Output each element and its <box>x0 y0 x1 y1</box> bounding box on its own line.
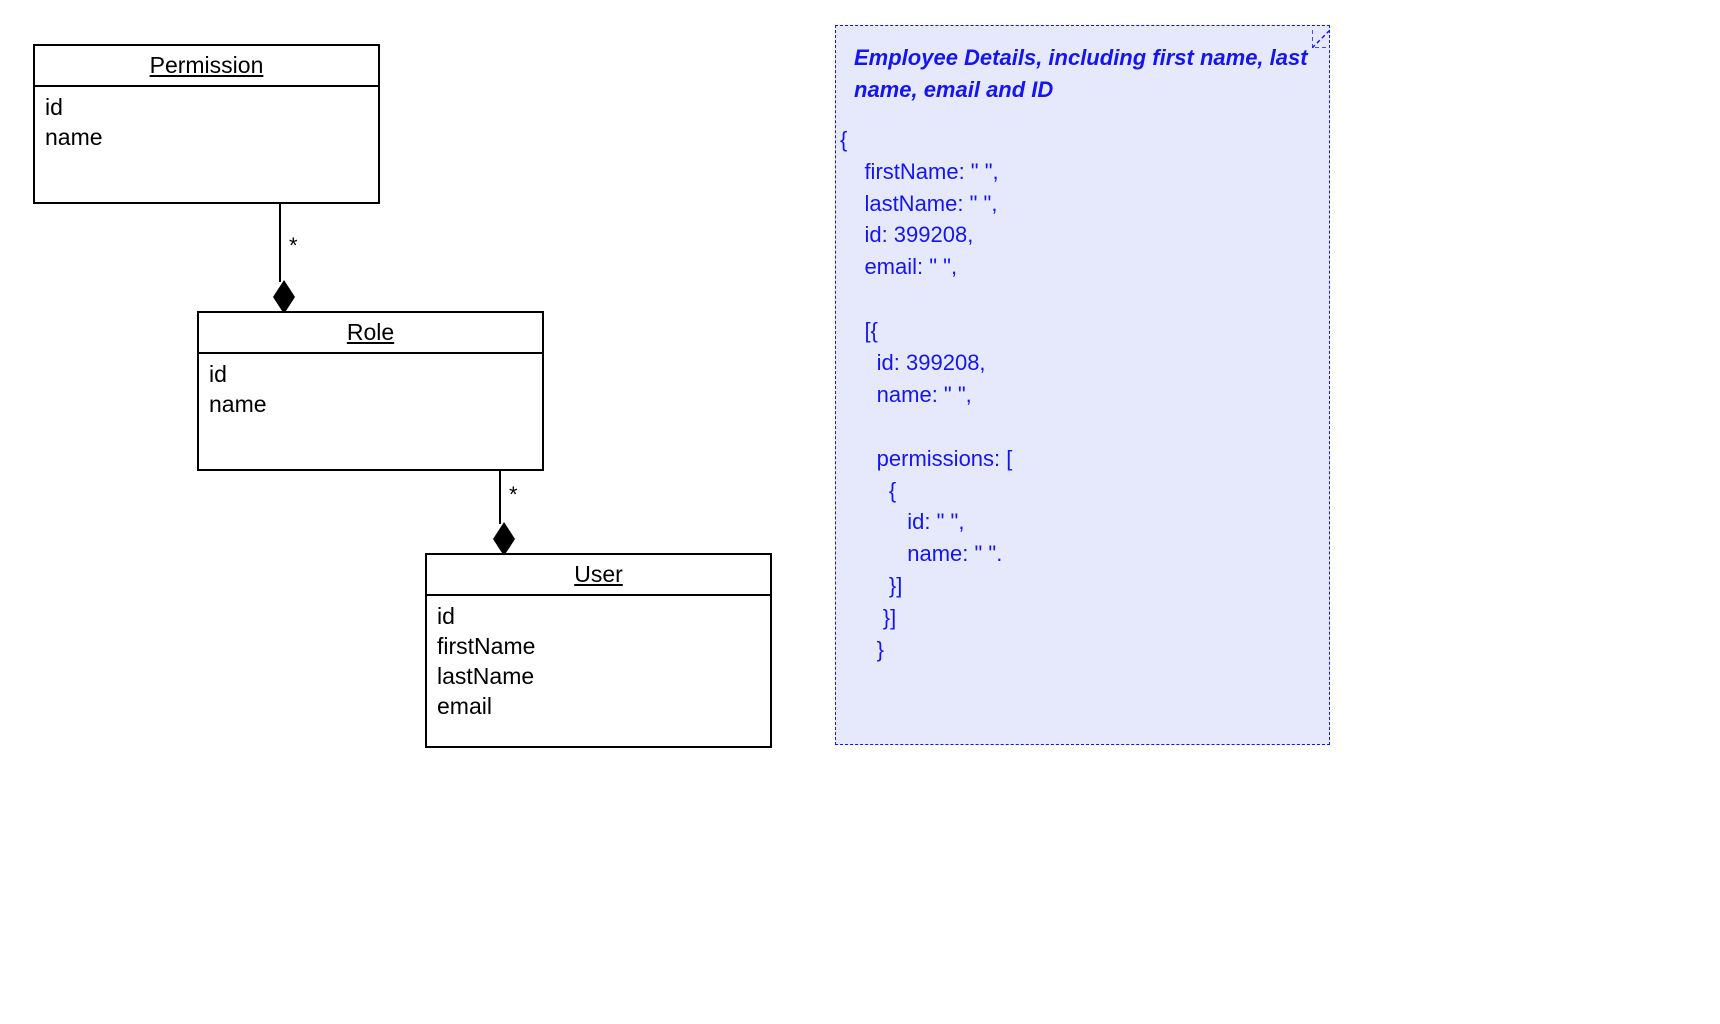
user-attr-lastname: lastName <box>437 662 760 692</box>
permission-attr-name: name <box>45 123 368 153</box>
role-attr-id: id <box>209 360 532 390</box>
user-attr-firstname: firstName <box>437 632 760 662</box>
class-permission: Permission id name <box>33 44 380 204</box>
class-permission-body: id name <box>35 87 378 202</box>
class-role-title: Role <box>199 313 542 354</box>
diamond-permission-role <box>273 280 287 308</box>
multiplicity-role-user: * <box>509 482 518 508</box>
diamond-icon <box>273 280 295 314</box>
diamond-icon <box>493 522 515 556</box>
note-corner-icon <box>1312 25 1330 43</box>
note-employee-details: Employee Details, including first name, … <box>835 25 1330 745</box>
diamond-role-user <box>493 522 507 550</box>
user-attr-id: id <box>437 602 760 632</box>
class-user: User id firstName lastName email <box>425 553 772 748</box>
class-user-body: id firstName lastName email <box>427 596 770 746</box>
class-user-title: User <box>427 555 770 596</box>
permission-attr-id: id <box>45 93 368 123</box>
role-attr-name: name <box>209 390 532 420</box>
note-body: { firstName: " ", lastName: " ", id: 399… <box>840 124 1311 666</box>
user-attr-email: email <box>437 692 760 722</box>
note-title: Employee Details, including first name, … <box>840 42 1311 106</box>
class-permission-title: Permission <box>35 46 378 87</box>
multiplicity-permission-role: * <box>289 233 298 259</box>
class-role: Role id name <box>197 311 544 471</box>
class-role-body: id name <box>199 354 542 469</box>
connector-role-user <box>499 470 501 524</box>
connector-permission-role <box>279 203 281 282</box>
